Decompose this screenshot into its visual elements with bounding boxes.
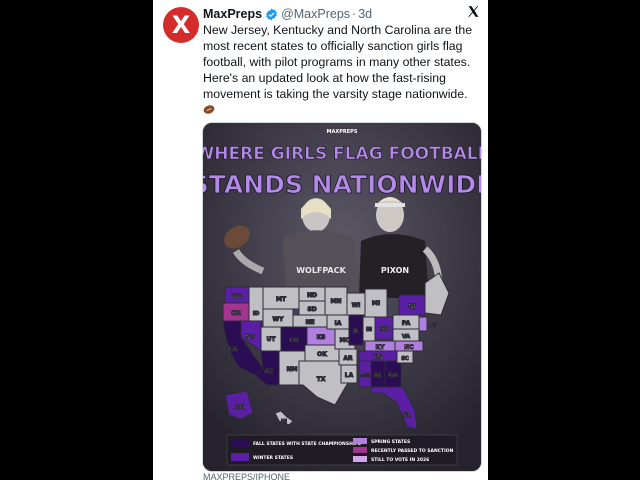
legend-label-fall: FALL STATES WITH STATE CHAMPIONSHIPS — [253, 441, 361, 447]
legend-swatch-fall — [231, 439, 249, 447]
state-label: MN — [331, 298, 342, 305]
state-label: AZ — [265, 368, 275, 375]
headline-line-2: STANDS NATIONWIDE — [203, 170, 481, 199]
tweet-line: New Jersey, Kentucky and North Carolina … — [203, 23, 473, 37]
infographic: MAXPREPS WHERE GIRLS FLAG FOOTBALL STAND… — [203, 123, 481, 471]
state-label: ID — [253, 311, 260, 317]
state-label: ND — [307, 292, 317, 299]
state-label: NJ — [408, 303, 415, 310]
jersey-pixon: PIXON — [381, 266, 409, 275]
tweet-header: MaxPreps @MaxPreps · 3d — [203, 6, 478, 22]
tweet-line: football, with pilot programs in many ot… — [203, 55, 471, 69]
state-label: WY — [273, 316, 285, 323]
state-label: IA — [335, 320, 342, 327]
tweet-line: Here's an updated look at how the fast-r… — [203, 71, 446, 85]
headline-line-1: WHERE GIRLS FLAG FOOTBALL — [203, 144, 481, 164]
state-label: PA — [402, 320, 411, 327]
state-label: GA — [388, 372, 398, 379]
tweet-card: X MaxPreps @MaxPreps · 3d New Jersey, Ke… — [153, 0, 488, 480]
state-label: IL — [353, 328, 359, 335]
state-label: MI — [372, 300, 380, 307]
state-label: WA — [232, 293, 243, 300]
state-label: AR — [343, 355, 353, 362]
state-label: UT — [267, 336, 277, 343]
legend-label-vote: STILL TO VOTE IN 2026 — [371, 457, 429, 463]
state-label: NE — [305, 319, 314, 326]
brand-logo: MAXPREPS — [327, 129, 358, 135]
jersey-wolfpack: WOLFPACK — [296, 266, 346, 275]
legend-swatch-spring — [353, 438, 367, 444]
tweet-text: New Jersey, Kentucky and North Carolina … — [203, 22, 481, 118]
author-handle[interactable]: @MaxPreps — [281, 7, 350, 21]
state-label: LA — [345, 372, 354, 379]
verified-badge-icon — [266, 8, 277, 20]
author-name[interactable]: MaxPreps — [203, 7, 262, 21]
legend-label-winter: WINTER STATES — [253, 455, 293, 461]
state-label: KS — [317, 334, 326, 341]
legend-swatch-sanction — [353, 447, 367, 453]
avatar[interactable]: X — [163, 7, 199, 43]
state-label: TN — [373, 354, 382, 361]
state-label: CA — [228, 346, 237, 353]
state-nj — [418, 316, 428, 332]
tweet-line: most recent states to officially sanctio… — [203, 39, 463, 53]
avatar-logo: X — [171, 11, 191, 39]
state-label: TX — [317, 376, 326, 383]
tweet-timestamp[interactable]: 3d — [358, 7, 372, 21]
state-label: AL — [374, 372, 383, 379]
football-icon — [203, 105, 215, 114]
tweet-media-image[interactable]: MAXPREPS WHERE GIRLS FLAG FOOTBALL STAND… — [202, 122, 482, 472]
state-label: NM — [287, 366, 298, 373]
state-label: MS — [360, 373, 369, 379]
legend-swatch-vote — [353, 456, 367, 462]
legend-label-sanction: RECENTLY PASSED TO SANCTION — [371, 448, 454, 454]
state-label: KY — [376, 344, 386, 351]
state-label: NV — [245, 334, 255, 341]
separator-dot: · — [352, 7, 357, 21]
state-label: OK — [317, 351, 327, 358]
state-label: AK — [234, 404, 244, 411]
legend-swatch-winter — [231, 453, 249, 461]
state-label: FL — [403, 412, 411, 419]
state-label: SD — [307, 306, 316, 313]
x-logo-icon[interactable] — [467, 5, 480, 18]
legend-label-spring: SPRING STATES — [371, 439, 410, 445]
state-label: VA — [402, 334, 411, 340]
state-label: HI — [281, 419, 287, 425]
state-label: NY — [429, 323, 437, 329]
state-label: CO — [289, 337, 299, 344]
state-label: WI — [352, 302, 361, 309]
tweet-line: movement is taking the varsity stage nat… — [203, 87, 468, 101]
footer-partial-text: MAXPREPS/IPHONE — [203, 472, 291, 480]
state-label: OH — [379, 326, 389, 333]
state-label: OR — [231, 310, 241, 317]
map-legend: FALL STATES WITH STATE CHAMPIONSHIPS WIN… — [226, 434, 458, 466]
state-label: SC — [401, 356, 409, 362]
state-label: NC — [404, 344, 414, 351]
state-label: IN — [366, 327, 372, 333]
state-label: MT — [276, 296, 287, 303]
